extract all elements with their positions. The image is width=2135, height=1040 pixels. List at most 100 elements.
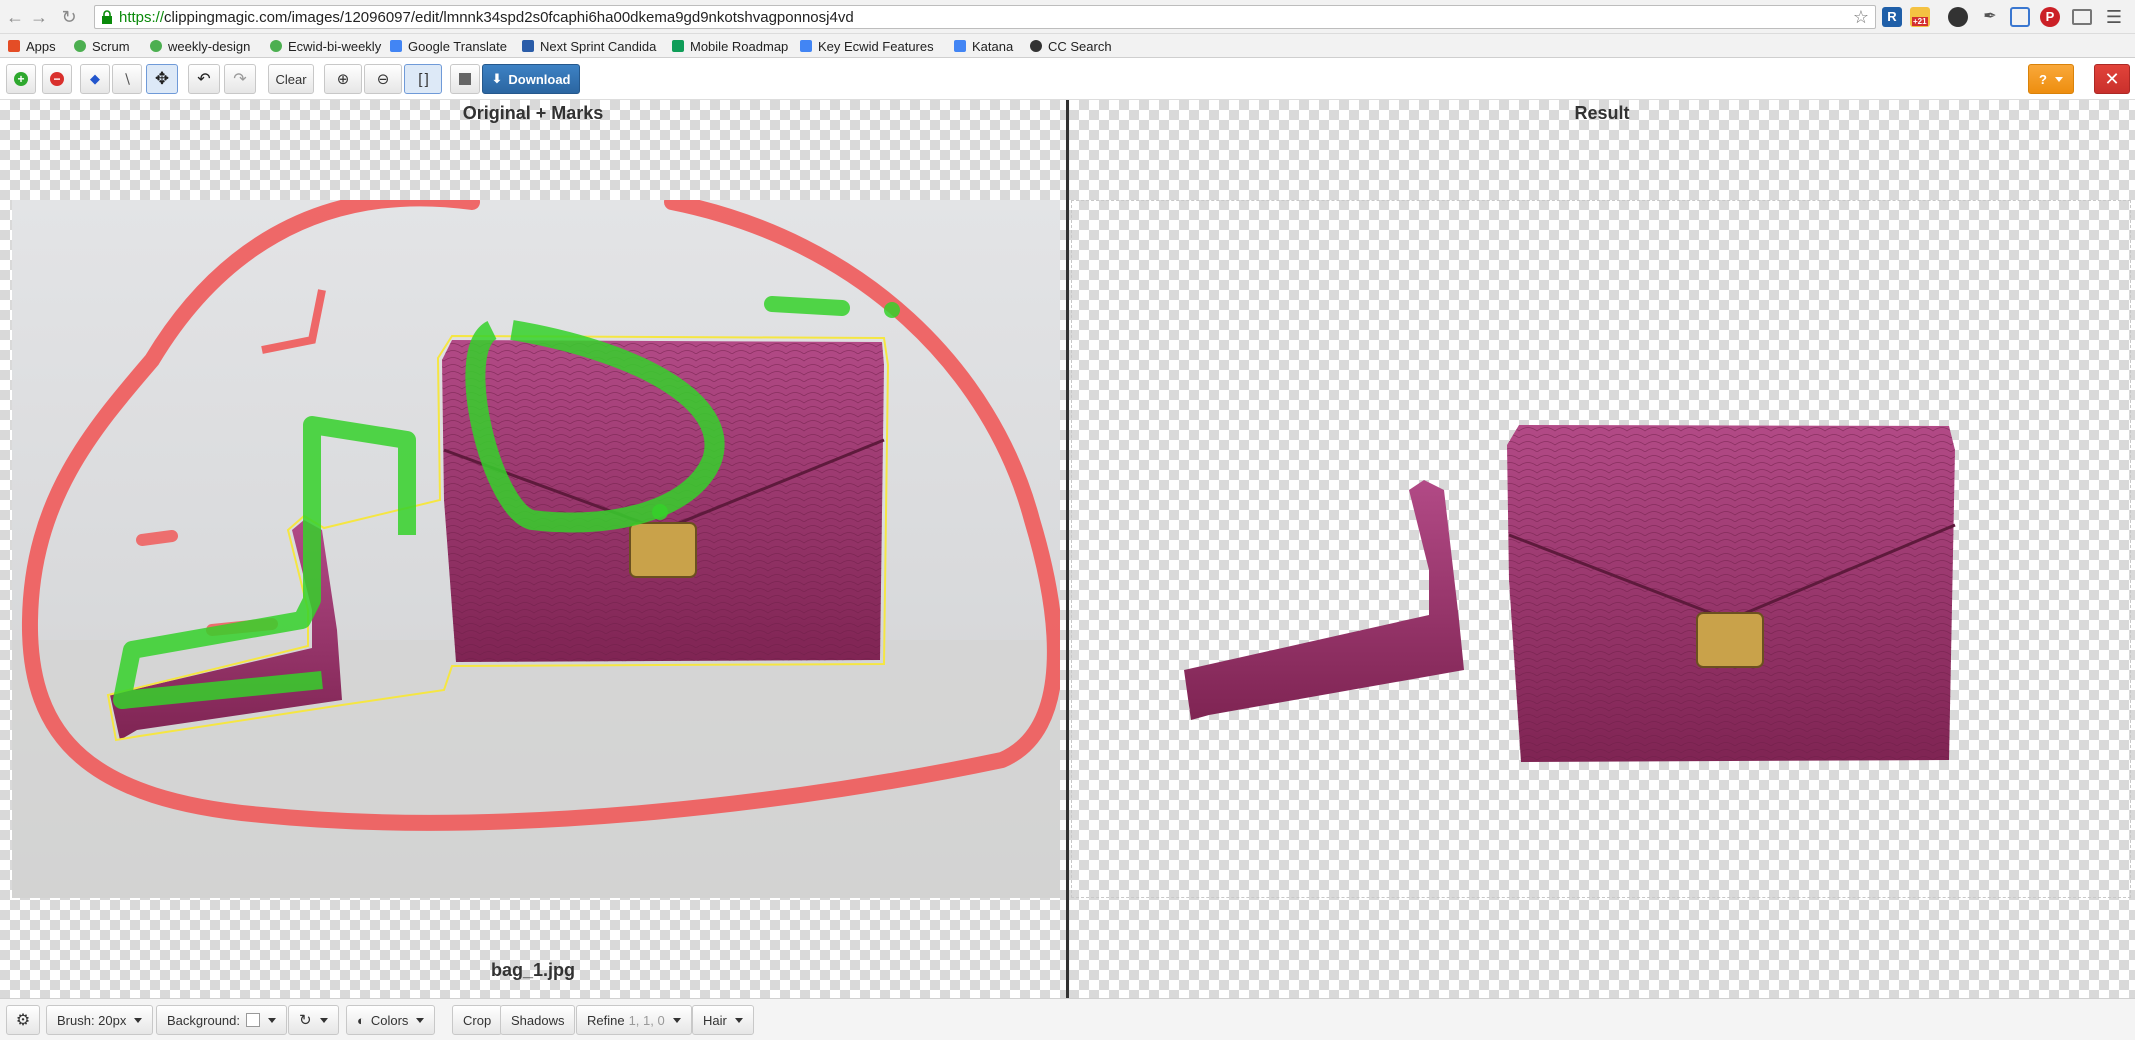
- brush-size-dropdown[interactable]: Brush: 20px: [46, 1005, 154, 1035]
- weather-extension-icon[interactable]: +21: [1910, 7, 1930, 27]
- pan-tool-button[interactable]: ✥: [146, 64, 178, 94]
- bookmark-item[interactable]: Katana: [954, 37, 1013, 55]
- bookmark-label: Apps: [26, 38, 56, 54]
- clear-button[interactable]: Clear: [268, 64, 314, 94]
- minus-icon: −: [50, 72, 64, 86]
- background-label: Background:: [167, 1012, 240, 1028]
- help-menu-button[interactable]: ?: [2028, 64, 2074, 94]
- remove-mark-dash: [136, 530, 178, 546]
- keep-mark-dot: [884, 302, 900, 318]
- refine-dropdown[interactable]: Refine 1, 1, 0: [576, 1005, 692, 1035]
- rotate-dropdown[interactable]: ↻: [288, 1005, 339, 1035]
- chevron-down-icon: [2054, 76, 2063, 82]
- bookmark-item[interactable]: Ecwid-bi-weekly: [270, 37, 381, 55]
- settings-button[interactable]: ⚙: [6, 1005, 40, 1035]
- editor-toolbar: + − ◆ ∖ ✥ ↶ ↷ Clear ⊕ ⊖ [ ] ⬇ Download ? …: [0, 58, 2135, 100]
- result-bag-clasp: [1696, 612, 1764, 668]
- chevron-down-icon: [134, 1017, 143, 1023]
- chevron-down-icon: [416, 1017, 425, 1023]
- refine-label: Refine: [587, 1012, 625, 1028]
- bookmark-item[interactable]: weekly-design: [150, 37, 250, 55]
- original-photo-canvas[interactable]: [12, 200, 1060, 898]
- bookmark-item[interactable]: Next Sprint Candida: [522, 37, 656, 55]
- bookmark-label: Ecwid-bi-weekly: [288, 38, 382, 54]
- bookmark-item[interactable]: Scrum: [74, 37, 130, 55]
- bookmark-item[interactable]: Mobile Roadmap: [672, 37, 788, 55]
- scalpel-tool-button[interactable]: ∖: [112, 64, 142, 94]
- background-swatch: [246, 1013, 260, 1027]
- r-extension-icon[interactable]: R: [1882, 7, 1902, 27]
- save-icon: [459, 73, 471, 85]
- gear-icon: ⚙: [15, 1012, 31, 1029]
- cast-icon[interactable]: [2072, 9, 2092, 25]
- undo-icon: ↶: [197, 71, 211, 88]
- result-canvas[interactable]: [1069, 200, 2135, 898]
- chevron-down-icon: [268, 1017, 276, 1023]
- chevron-down-icon: [672, 1017, 681, 1023]
- address-bar[interactable]: https://clippingmagic.com/images/1209609…: [94, 5, 1876, 29]
- download-label: Download: [508, 71, 571, 87]
- zoom-in-button[interactable]: ⊕: [324, 64, 362, 94]
- bookmark-item[interactable]: Key Ecwid Features: [800, 37, 934, 55]
- keep-mark-stroke: [764, 296, 850, 316]
- fit-screen-icon: [ ]: [418, 70, 428, 88]
- help-label: ?: [2039, 71, 2047, 87]
- bookmark-item[interactable]: Apps: [8, 37, 56, 55]
- pinterest-extension-icon[interactable]: P: [2040, 7, 2060, 27]
- bookmark-item[interactable]: Google Translate: [390, 37, 507, 55]
- download-button[interactable]: ⬇ Download: [482, 64, 580, 94]
- undo-button[interactable]: ↶: [188, 64, 220, 94]
- camera-extension-icon[interactable]: [1948, 7, 1968, 27]
- bookmark-label: Katana: [972, 38, 1014, 54]
- cc-icon: [1030, 40, 1042, 52]
- menu-icon[interactable]: ☰: [2104, 7, 2124, 27]
- result-pane-title: Result: [1574, 103, 1630, 123]
- bookmark-label: CC Search: [1048, 38, 1112, 54]
- close-button[interactable]: ✕: [2094, 64, 2130, 94]
- leaf-icon: [270, 40, 282, 52]
- zoom-out-button[interactable]: ⊖: [364, 64, 402, 94]
- rotate-icon: ↻: [299, 1012, 312, 1029]
- crop-button[interactable]: Crop: [452, 1005, 503, 1035]
- redo-icon: ↷: [233, 71, 247, 88]
- sheets-icon: [672, 40, 684, 52]
- hair-tool-button[interactable]: ◆: [80, 64, 110, 94]
- result-bag-texture: [1507, 425, 1955, 762]
- diamond-icon: ◆: [90, 71, 100, 86]
- hair-dropdown[interactable]: Hair: [692, 1005, 754, 1035]
- bookmark-label: Next Sprint Candida: [540, 38, 657, 54]
- result-pane[interactable]: Result: [1069, 100, 2135, 998]
- plus-icon: +: [14, 72, 28, 86]
- keep-tool-button[interactable]: +: [6, 64, 36, 94]
- move-icon: ✥: [154, 69, 170, 88]
- contrast-icon: ◐: [357, 1012, 365, 1028]
- apps-grid-icon: [8, 40, 20, 52]
- screenshot-extension-icon[interactable]: [2010, 7, 2030, 27]
- bookmark-label: weekly-design: [168, 38, 251, 54]
- redo-button[interactable]: ↷: [224, 64, 256, 94]
- background-dropdown[interactable]: Background:: [156, 1005, 287, 1035]
- bookmark-label: Google Translate: [408, 38, 508, 54]
- bottom-toolbar: ⚙ Brush: 20px Background: ↻ ◐ Colors Crop…: [0, 998, 2135, 1040]
- forward-arrow-icon[interactable]: →: [28, 6, 50, 28]
- fit-screen-button[interactable]: [ ]: [404, 64, 442, 94]
- google-icon: [954, 40, 966, 52]
- save-button[interactable]: [450, 64, 480, 94]
- result-bag-strap: [1184, 480, 1464, 720]
- bag-clasp: [629, 522, 697, 578]
- colors-dropdown[interactable]: ◐ Colors: [346, 1005, 436, 1035]
- keep-mark-dot: [652, 504, 668, 520]
- bookmark-label: Mobile Roadmap: [690, 38, 789, 54]
- eyedropper-extension-icon[interactable]: ✒: [1980, 7, 2000, 27]
- chevron-down-icon: [734, 1017, 743, 1023]
- back-arrow-icon[interactable]: ←: [4, 6, 26, 28]
- bookmark-item[interactable]: CC Search: [1030, 37, 1112, 55]
- original-marks-pane[interactable]: Original + Marks bag_1.jpg: [0, 100, 1066, 998]
- remove-tool-button[interactable]: −: [42, 64, 72, 94]
- shadows-button[interactable]: Shadows: [500, 1005, 576, 1035]
- brush-size-label: Brush: 20px: [57, 1012, 127, 1028]
- scalpel-icon: ∖: [122, 70, 132, 87]
- bookmark-star-icon[interactable]: ☆: [1853, 7, 1869, 28]
- reload-icon[interactable]: ↻: [58, 6, 80, 28]
- hair-label: Hair: [703, 1012, 727, 1028]
